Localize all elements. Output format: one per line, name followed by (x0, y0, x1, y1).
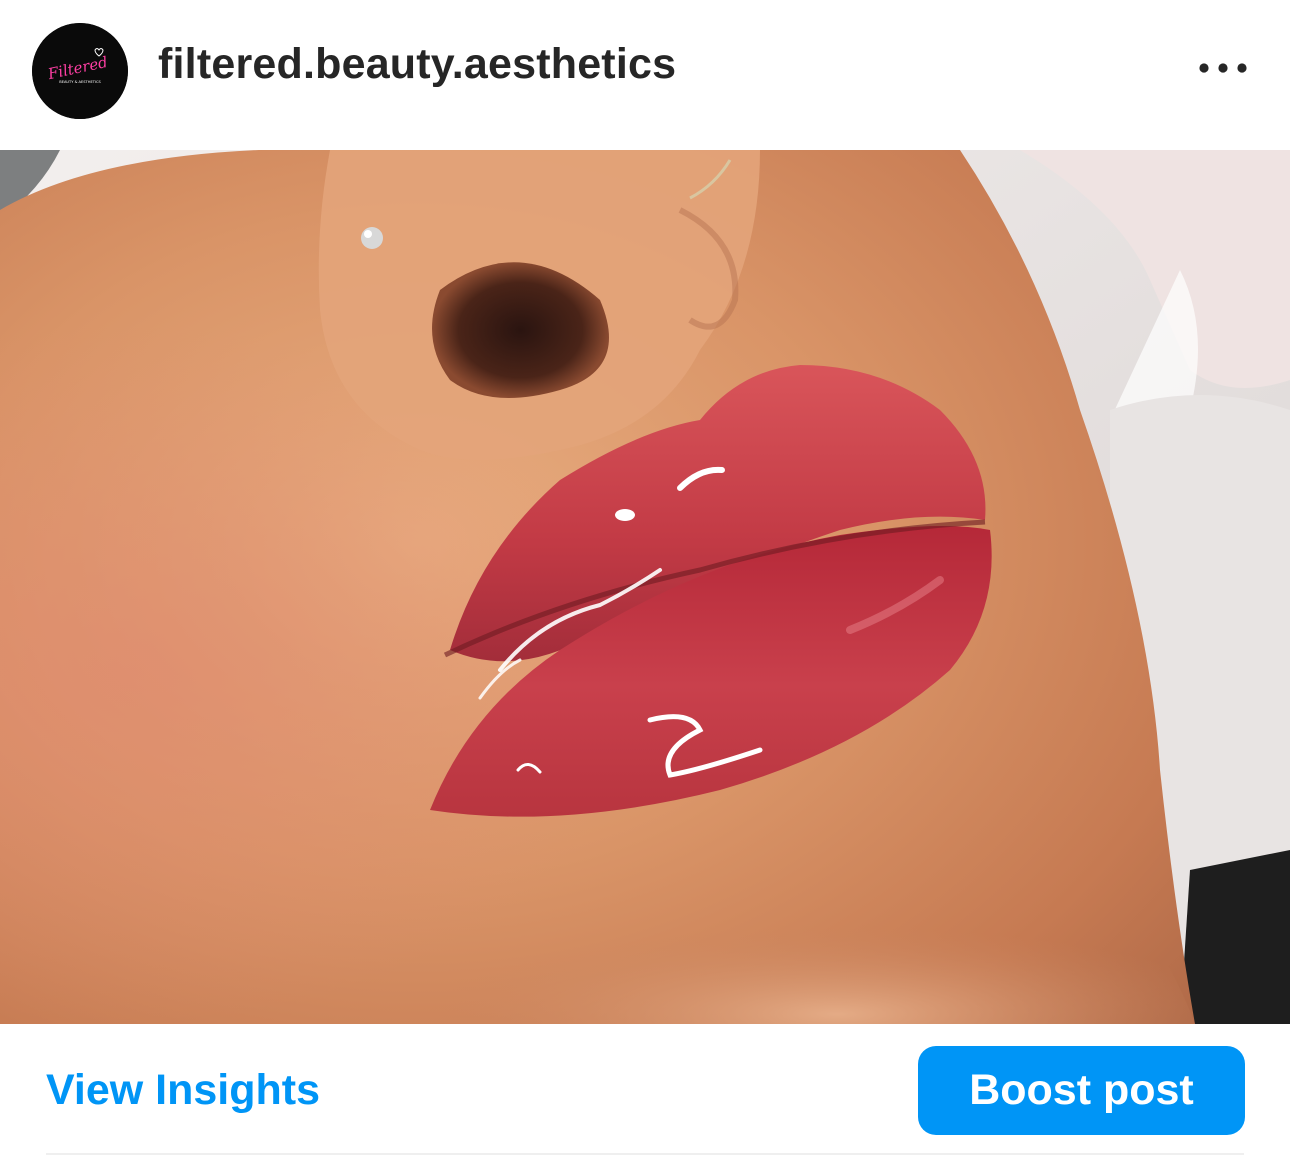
boost-post-button[interactable]: Boost post (918, 1046, 1245, 1135)
more-options-button[interactable] (1192, 48, 1254, 88)
photo-illustration (0, 150, 1290, 1024)
divider (46, 1153, 1244, 1155)
post-actions: View Insights Boost post (0, 1024, 1290, 1161)
view-insights-link[interactable]: View Insights (46, 1066, 320, 1115)
brand-logo: Filtered BEAUTY & AESTHETICS (32, 23, 128, 119)
post-username[interactable]: filtered.beauty.aesthetics (158, 40, 676, 89)
more-horizontal-icon (1199, 63, 1247, 73)
post-header: Filtered BEAUTY & AESTHETICS filtered.be… (0, 0, 1290, 150)
logo-subtext: BEAUTY & AESTHETICS (59, 80, 101, 84)
profile-avatar[interactable]: Filtered BEAUTY & AESTHETICS (32, 23, 128, 119)
post-image[interactable] (0, 150, 1290, 1024)
